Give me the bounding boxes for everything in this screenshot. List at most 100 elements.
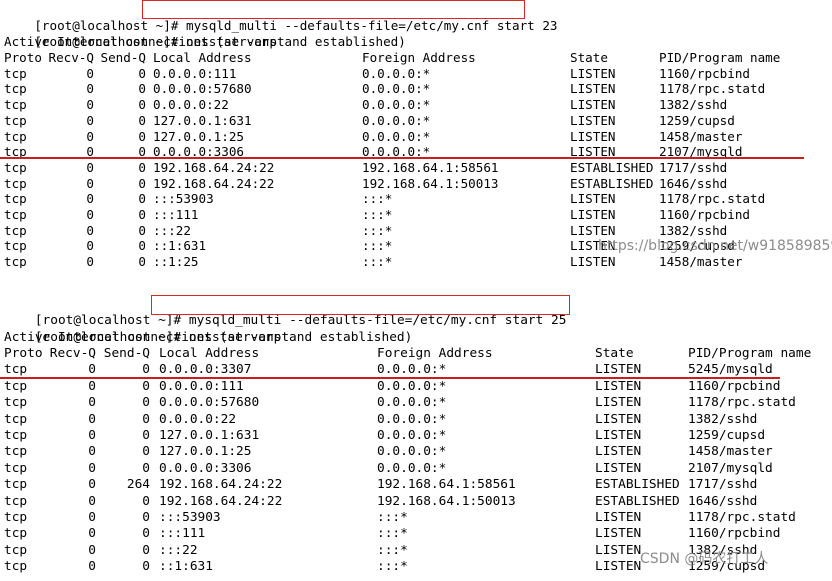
cell-pid-program: PID/Program name bbox=[659, 50, 781, 65]
cell-recv-q: 0 bbox=[86, 97, 94, 113]
cell-state: State bbox=[570, 50, 608, 65]
cell-pid-program: 1160/rpcbind bbox=[659, 65, 750, 81]
watermark: https://blog.csdn.net/w918589859 bbox=[598, 238, 832, 254]
cell-foreign-address: 192.168.64.1:58561 bbox=[362, 159, 499, 175]
cell-state: ESTABLISHED bbox=[595, 477, 680, 493]
cell-state: ESTABLISHED bbox=[570, 159, 654, 175]
table-row: tcp 0 0:::111:::* LISTEN 1160/rpcbind bbox=[0, 526, 832, 542]
table-header: Proto Recv-Q Send-Q Local Address Foreign Ad… bbox=[0, 50, 832, 66]
cell-send-q: 0 bbox=[142, 510, 150, 525]
cell-state: LISTEN bbox=[570, 81, 616, 97]
cell-foreign-address: :::* bbox=[362, 222, 393, 238]
table-row: tcp 0 0 127.0.0.1:631 0.0.0.0:* LISTEN 1259/cu… bbox=[0, 113, 832, 129]
cell-send-q: 0 bbox=[138, 175, 146, 191]
cell-state: LISTEN bbox=[595, 378, 642, 394]
cell-send-q: 0 bbox=[142, 444, 150, 460]
cell-local-address: 192.168.64.24:22 bbox=[153, 175, 275, 191]
table-row: tcp 0 264 192.168.64.24:22 192.168.64.1:5856… bbox=[0, 477, 832, 493]
cell-foreign-address: 0.0.0.0:* bbox=[377, 411, 447, 427]
cell-local-address: :::53903 bbox=[153, 191, 214, 207]
cell-local-address: 192.168.64.24:22 bbox=[159, 493, 283, 509]
cell-proto: tcp bbox=[4, 510, 28, 525]
cell-proto: tcp bbox=[4, 238, 27, 254]
cell-state: LISTEN bbox=[595, 510, 642, 525]
cell-pid-program: 1646/sshd bbox=[659, 175, 728, 191]
cell-local-address: 0.0.0.0:22 bbox=[159, 411, 237, 427]
cell-local-address: :::22 bbox=[153, 222, 191, 238]
cell-send-q: Send-Q bbox=[100, 50, 147, 65]
cell-local-address: :::111 bbox=[159, 526, 206, 542]
cell-state: LISTEN bbox=[570, 254, 616, 268]
table-row: tcp 0 0:::22:::* LISTEN 1382/sshd bbox=[0, 223, 832, 239]
cell-foreign-address: Foreign Address bbox=[377, 346, 493, 361]
cell-send-q: 0 bbox=[138, 254, 146, 268]
cell-proto: tcp bbox=[4, 428, 28, 443]
netstat-banner: Active Internet connections (servers and… bbox=[4, 330, 413, 345]
cell-state: LISTEN bbox=[595, 460, 642, 476]
cell-pid-program: 1178/rpc.statd bbox=[659, 81, 766, 97]
cell-local-address: :::111 bbox=[153, 207, 199, 222]
cell-send-q: 0 bbox=[142, 428, 150, 443]
cell-local-address: 0.0.0.0:111 bbox=[159, 378, 244, 394]
cell-send-q: 0 bbox=[142, 378, 150, 394]
cell-send-q: 0 bbox=[142, 460, 150, 476]
cell-pid-program: 1259/cupsd bbox=[688, 428, 766, 443]
cell-state: LISTEN bbox=[570, 97, 616, 113]
cell-send-q: 0 bbox=[138, 97, 146, 113]
prompt-line-2: [root@localhost ~]# netstat -anpt bbox=[4, 18, 284, 49]
cell-state: LISTEN bbox=[595, 526, 642, 542]
cell-pid-program: 1646/sshd bbox=[688, 493, 758, 509]
cell-pid-program: 1160/rpcbind bbox=[659, 207, 750, 222]
table-row: tcp 0 0:::53903:::* LISTEN 1178/rpc.statd bbox=[0, 510, 832, 526]
cell-send-q: 0 bbox=[138, 159, 146, 175]
table-row: tcp 0 0:::53903:::* LISTEN 1178/rpc.statd bbox=[0, 191, 832, 207]
cell-foreign-address: 192.168.64.1:58561 bbox=[377, 477, 516, 493]
cell-state: State bbox=[595, 346, 634, 361]
cell-proto: tcp bbox=[4, 81, 27, 97]
cell-local-address: 0.0.0.0:3306 bbox=[159, 460, 252, 476]
cell-foreign-address: 192.168.64.1:50013 bbox=[377, 493, 516, 509]
table-row: tcp 0 0 127.0.0.1:25 0.0.0.0:* LISTEN 1458/mas… bbox=[0, 129, 832, 145]
watermark: CSDN @码农打工人 bbox=[640, 551, 769, 567]
cell-foreign-address: 0.0.0.0:* bbox=[377, 378, 447, 394]
table-row: tcp 0 0 0.0.0.0:57680 0.0.0.0:* LISTEN 1178/rp… bbox=[0, 395, 832, 411]
cell-pid-program: 1717/sshd bbox=[688, 477, 758, 493]
cell-recv-q: 0 bbox=[88, 411, 96, 427]
cell-local-address: ::1:631 bbox=[153, 238, 207, 254]
cell-state: LISTEN bbox=[595, 559, 642, 575]
cell-proto: tcp bbox=[4, 526, 28, 542]
cell-send-q: 264 bbox=[126, 477, 150, 493]
cell-pid-program: 1458/master bbox=[659, 128, 743, 144]
cell-state: ESTABLISHED bbox=[595, 493, 680, 509]
cell-proto: Proto bbox=[4, 50, 42, 65]
cell-foreign-address: 0.0.0.0:* bbox=[377, 460, 447, 476]
cell-proto: tcp bbox=[4, 378, 28, 394]
cell-pid-program: 2107/mysqld bbox=[688, 460, 773, 476]
cell-proto: tcp bbox=[4, 207, 27, 222]
table-row: tcp 0 0:::111:::* LISTEN 1160/rpcbind bbox=[0, 207, 832, 223]
cell-pid-program: 1178/rpc.statd bbox=[688, 395, 796, 411]
table-row: tcp 0 0 0.0.0.0:111 0.0.0.0:* LISTEN 1160/rpcb… bbox=[0, 66, 832, 82]
cell-local-address: :::22 bbox=[159, 542, 198, 558]
cell-recv-q: 0 bbox=[88, 510, 96, 525]
cell-pid-program: 1382/sshd bbox=[688, 411, 758, 427]
cell-proto: tcp bbox=[4, 395, 28, 411]
cell-local-address: 192.168.64.24:22 bbox=[153, 159, 275, 175]
netstat-banner: Active Internet connections (servers and… bbox=[4, 34, 406, 49]
cell-pid-program: 1382/sshd bbox=[659, 97, 728, 113]
cell-send-q: 0 bbox=[138, 81, 146, 97]
cell-local-address: 127.0.0.1:631 bbox=[159, 428, 260, 443]
cell-state: LISTEN bbox=[570, 112, 616, 128]
terminal-screenshot-1: [root@localhost ~]# mysqld_multi --defau… bbox=[0, 0, 832, 268]
cell-recv-q: 0 bbox=[86, 159, 94, 175]
cell-recv-q: 0 bbox=[86, 191, 94, 207]
cell-foreign-address: 0.0.0.0:* bbox=[362, 65, 431, 81]
cell-foreign-address: 0.0.0.0:* bbox=[377, 428, 447, 443]
cell-state: LISTEN bbox=[595, 395, 642, 411]
table-row: tcp 0 0 0.0.0.0:111 0.0.0.0:* LISTEN 1160/rpcb… bbox=[0, 379, 832, 395]
table-row: tcp 0 0 127.0.0.1:631 0.0.0.0:* LISTEN 1259/cu… bbox=[0, 428, 832, 444]
cell-proto: tcp bbox=[4, 493, 28, 509]
cell-proto: tcp bbox=[4, 254, 27, 268]
cell-state: LISTEN bbox=[595, 542, 642, 558]
cell-foreign-address: 0.0.0.0:* bbox=[362, 97, 431, 113]
